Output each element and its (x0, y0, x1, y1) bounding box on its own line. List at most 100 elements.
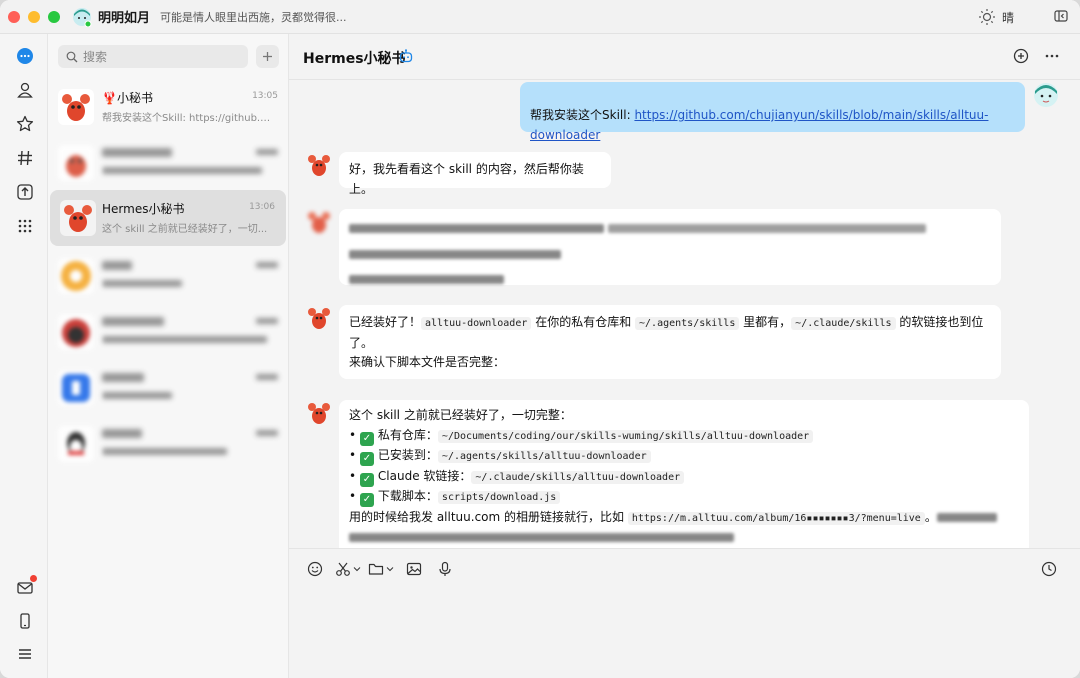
bot-message-bubble[interactable]: 好，我先看看这个 skill 的内容，然后帮你装上。 (339, 152, 611, 196)
plus-icon (263, 52, 272, 61)
chevron-down-icon[interactable] (386, 565, 394, 573)
check-icon: ✓ (359, 472, 374, 487)
conversation-time: 13:06 (249, 202, 275, 212)
chat-bubble-icon[interactable] (15, 46, 35, 66)
message-text: 里都有， (739, 315, 792, 329)
conversation-time (256, 428, 278, 438)
bot-avatar[interactable] (306, 152, 332, 178)
message-text: 这个 skill 之前就已经装好了，一切完整： (349, 408, 572, 422)
check-icon: ✓ (359, 431, 374, 446)
emoji-icon[interactable] (307, 561, 323, 577)
scissors-icon[interactable] (335, 561, 361, 577)
conversation-item[interactable] (48, 135, 289, 191)
message-text: 好，我先看看这个 skill 的内容，然后帮你装上。 (349, 162, 584, 196)
conversation-preview: 这个 skill 之前就已经装好了，一切... (102, 224, 268, 235)
message-text: 用的时候给我发 alltuu.com 的相册链接就行，比如 (349, 509, 628, 524)
list-item: • ✓ 已安装到： ~/.agents/skills/alltuu-download… (349, 446, 1019, 467)
inline-code: ~/Documents/coding/our/skills-wuming/ski… (437, 429, 814, 443)
weather-widget[interactable]: 晴 (978, 8, 1014, 26)
bot-message-bubble[interactable]: 已经装好了！ alltuu-downloader 在你的私有仓库和 ~/.agen… (339, 305, 1001, 379)
message-text: 。 (924, 509, 937, 524)
upload-icon[interactable] (15, 182, 35, 202)
message-list[interactable]: 帮我安装这个Skill: https://github.com/chujiany… (289, 80, 1080, 548)
navigation-rail (0, 34, 48, 678)
message-text: 帮我安装这个Skill: (530, 108, 635, 122)
maximize-window-button[interactable] (48, 10, 60, 23)
sun-icon (978, 9, 995, 25)
check-icon: ✓ (359, 452, 374, 466)
conversation-preview (102, 390, 274, 401)
channels-icon[interactable] (15, 148, 35, 168)
lobster-avatar (60, 200, 96, 236)
image-icon[interactable] (406, 561, 422, 577)
bot-message-bubble[interactable]: 这个 skill 之前就已经装好了，一切完整： • ✓ 私有仓库： ~/Docume… (339, 400, 1029, 548)
chat-header: Hermes小秘书 (289, 34, 1080, 80)
conversation-item[interactable]: 🦞小秘书 13:05 帮我安装这个Skill: https://github.c… (48, 79, 289, 135)
conversation-item[interactable] (48, 248, 289, 304)
sidebar-toggle-icon[interactable] (1054, 9, 1068, 26)
message-composer[interactable] (289, 548, 1080, 678)
bot-message-bubble-redacted[interactable] (339, 209, 1001, 285)
conversation-name (102, 314, 164, 328)
microphone-icon[interactable] (437, 561, 453, 577)
conversation-time: 13:05 (252, 91, 278, 101)
conversation-name (102, 258, 132, 272)
list-item: • ✓ 下载脚本： scripts/download.js (349, 487, 1019, 508)
my-display-name: 明明如月 (98, 11, 151, 26)
app-window: 明明如月 可能是情人眼里出西施，灵都觉得很... 晴 搜索 🦞小秘书 13:05… (0, 0, 1080, 678)
menu-icon[interactable] (15, 644, 35, 664)
conversation-time (256, 372, 278, 382)
apps-grid-icon[interactable] (15, 216, 35, 236)
title-bar: 明明如月 可能是情人眼里出西施，灵都觉得很... 晴 (0, 0, 1080, 34)
conversation-item-active[interactable]: Hermes小秘书 13:06 这个 skill 之前就已经装好了，一切... (50, 190, 286, 246)
conversation-name: 🦞小秘书 (102, 91, 153, 105)
chevron-down-icon[interactable] (353, 565, 361, 573)
add-conversation-button[interactable] (256, 45, 279, 68)
list-item-label: 下载脚本： (377, 489, 438, 503)
list-item: • ✓ Claude 软链接： ~/.claude/skills/alltuu-do… (349, 467, 1019, 488)
blurred-avatar (58, 258, 94, 294)
mail-icon[interactable] (15, 575, 37, 598)
my-avatar[interactable] (72, 7, 92, 27)
more-options-icon[interactable] (1044, 48, 1060, 67)
unread-badge (30, 575, 37, 582)
conversation-item[interactable] (48, 304, 289, 360)
weather-label: 晴 (1001, 10, 1014, 25)
conversation-time (256, 147, 278, 157)
list-item-label: 私有仓库： (377, 427, 438, 442)
blurred-avatar (58, 370, 94, 406)
user-avatar[interactable] (1033, 82, 1059, 108)
bot-icon (399, 49, 413, 66)
bot-avatar[interactable] (306, 400, 332, 426)
conversation-preview: 帮我安装这个Skill: https://github.c... (102, 113, 274, 124)
contacts-icon[interactable] (15, 80, 35, 100)
conversation-list: 搜索 🦞小秘书 13:05 帮我安装这个Skill: https://githu… (48, 34, 289, 678)
my-status-text[interactable]: 可能是情人眼里出西施，灵都觉得很... (160, 9, 347, 25)
conversation-item[interactable] (48, 360, 289, 416)
lobster-avatar (58, 89, 94, 125)
phone-icon[interactable] (15, 611, 35, 631)
close-window-button[interactable] (8, 10, 20, 23)
inline-code: scripts/download.js (437, 491, 561, 504)
conversation-name (102, 426, 142, 440)
message-text: 来确认下脚本文件是否完整： (349, 355, 506, 369)
chat-panel: Hermes小秘书 帮我安装这个Skill: https://github.co… (289, 34, 1080, 678)
search-input[interactable]: 搜索 (58, 45, 248, 68)
conversation-item[interactable] (48, 416, 289, 472)
bot-avatar[interactable] (306, 305, 332, 331)
bot-avatar[interactable] (306, 209, 332, 235)
conversation-name (102, 370, 144, 384)
folder-icon[interactable] (368, 561, 394, 577)
favorites-icon[interactable] (15, 114, 35, 134)
window-controls (8, 10, 60, 23)
add-member-icon[interactable] (1013, 48, 1029, 67)
user-message-bubble[interactable]: 帮我安装这个Skill: https://github.com/chujiany… (520, 82, 1025, 142)
blurred-avatar (58, 314, 94, 350)
minimize-window-button[interactable] (28, 10, 40, 23)
search-icon (66, 51, 78, 62)
blurred-avatar (58, 145, 94, 181)
history-icon[interactable] (1041, 561, 1057, 577)
search-placeholder: 搜索 (83, 50, 108, 64)
check-icon: ✓ (359, 493, 374, 507)
list-item-label: Claude 软链接： (377, 468, 472, 483)
